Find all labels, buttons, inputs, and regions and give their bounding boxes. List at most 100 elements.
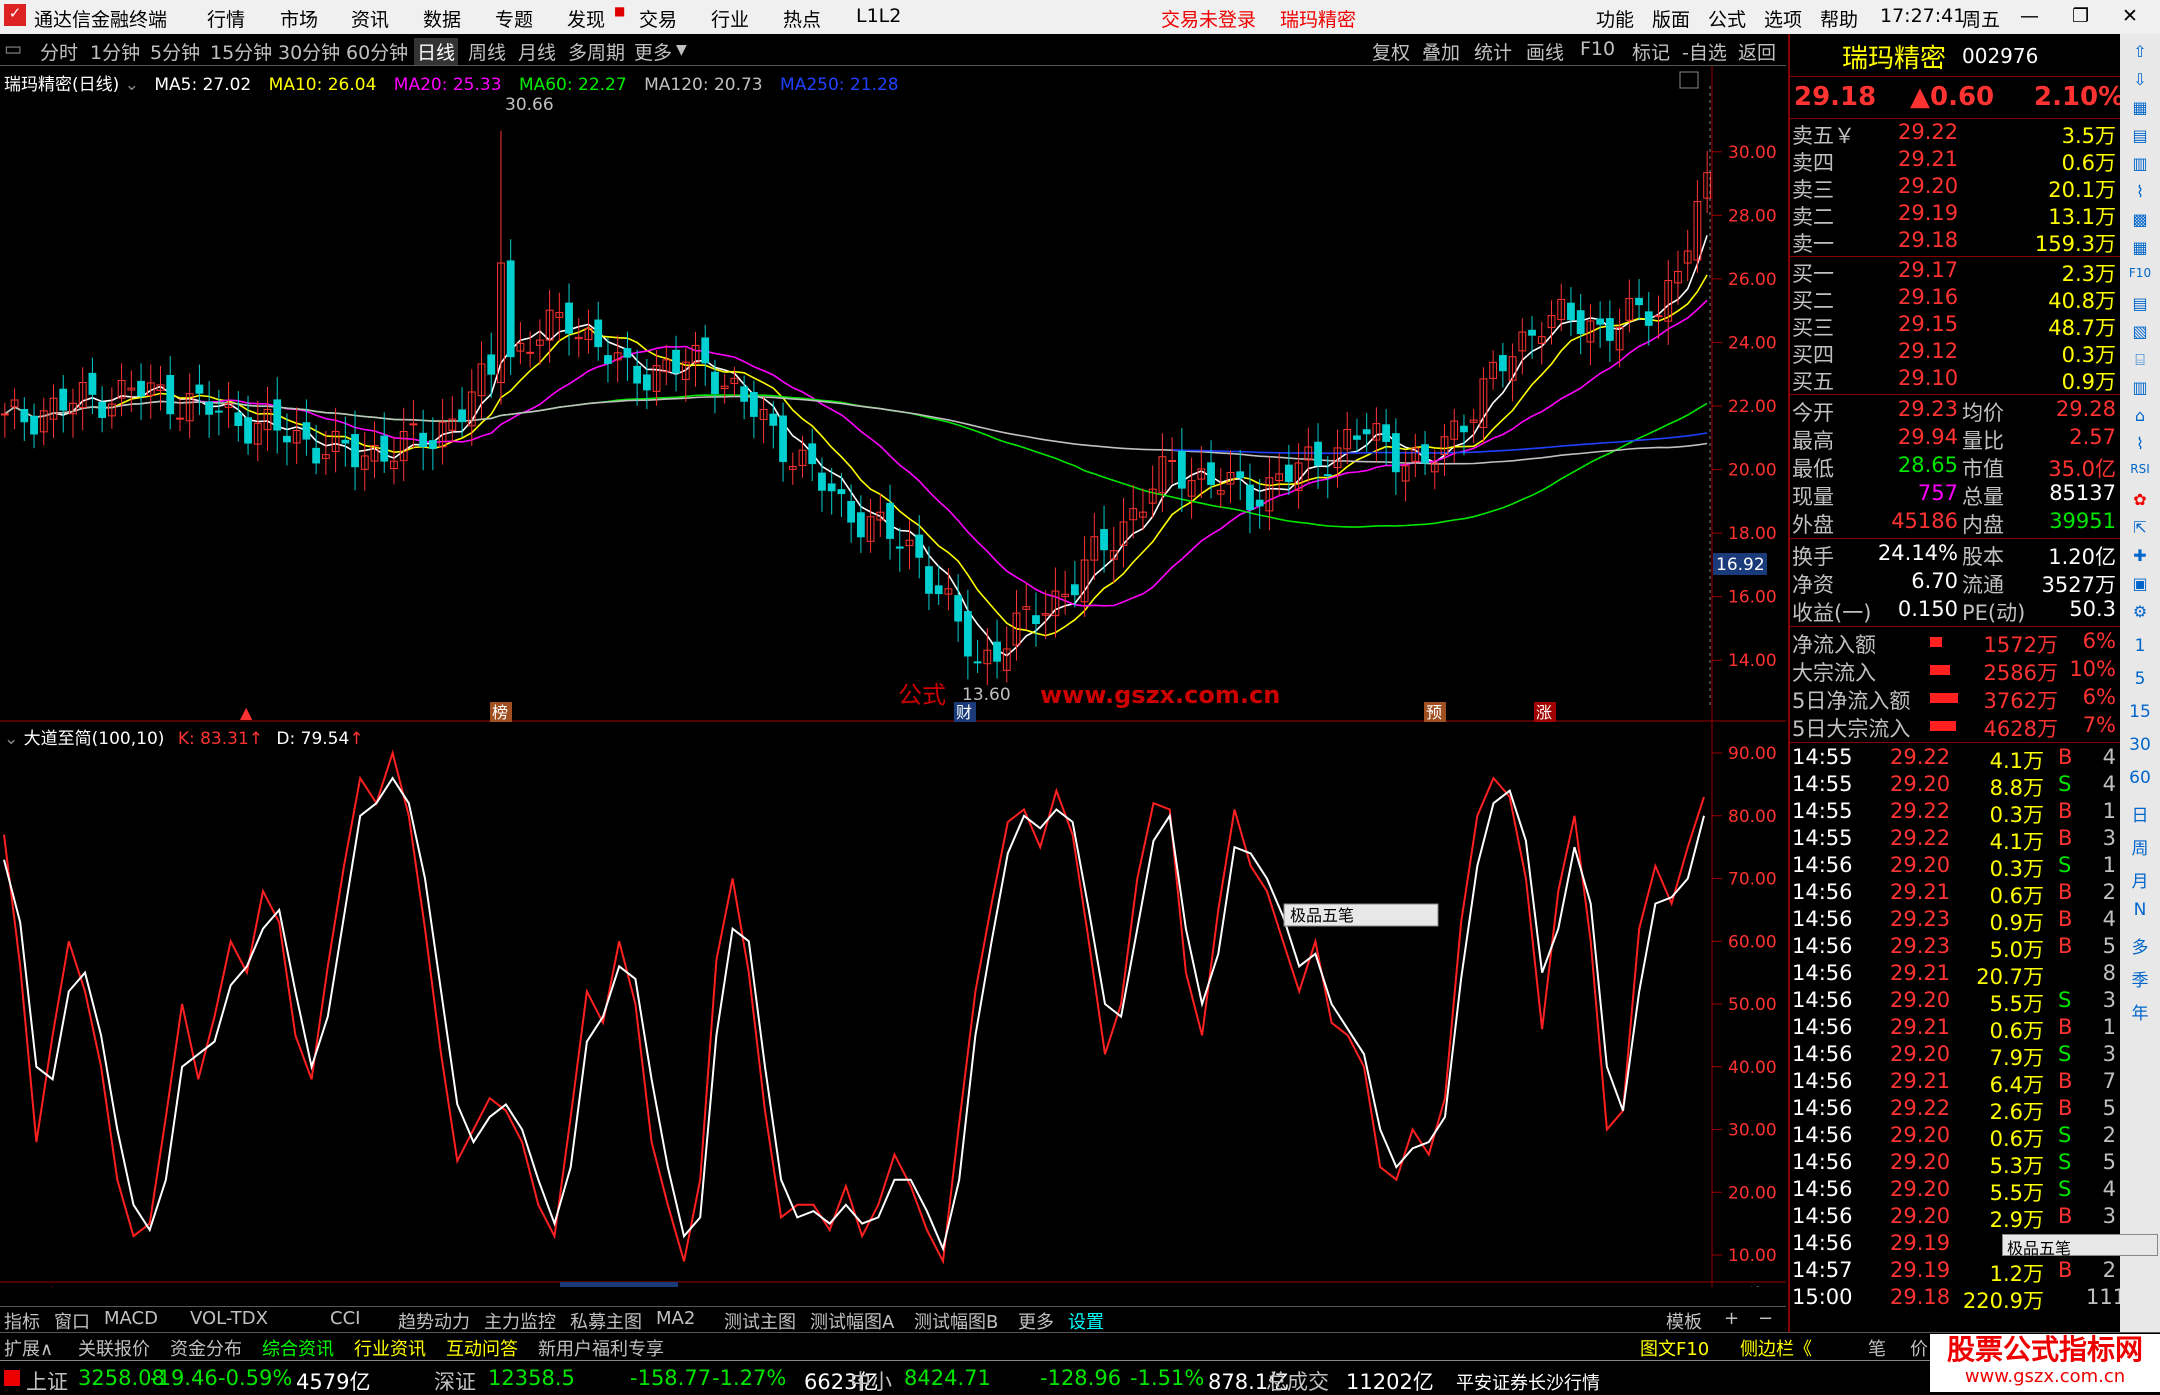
bid-price[interactable]: 29.16 [1898,285,1958,311]
bid-price[interactable]: 29.15 [1898,312,1958,338]
panel-toggle-icon[interactable]: ▭ [4,38,22,60]
menu-hot[interactable]: 热点 [783,5,821,32]
rsi-icon[interactable]: RSI [2125,462,2155,488]
indicator-tab[interactable]: 测试主图 [724,1308,796,1334]
tool-icon[interactable]: ▤ [2125,294,2155,320]
period-weekly[interactable]: 周线 [468,38,506,65]
tool-icon[interactable]: ⌂ [2125,406,2155,432]
tool-icon[interactable]: ⌇ [2125,182,2155,208]
tool-icon[interactable]: ▧ [2125,322,2155,348]
indicator-tab[interactable]: 设置 [1068,1308,1104,1334]
tool-icon[interactable]: ▦ [2125,98,2155,124]
indicator-tab[interactable]: 私募主图 [570,1308,642,1334]
tool-adjust[interactable]: 复权 [1372,38,1410,65]
period-daily[interactable]: 日线 [414,38,459,65]
menu-hq[interactable]: 行情 [207,5,245,32]
tool-icon[interactable]: ⇧ [2125,42,2155,68]
period-30min[interactable]: 30分钟 [278,38,340,65]
ext-tab[interactable]: 扩展∧ [4,1335,53,1361]
ask-price[interactable]: 29.21 [1898,147,1958,173]
period-shortcut[interactable]: N [2125,900,2155,926]
indicator-tab[interactable]: 测试幅图B [914,1308,998,1334]
bid-price[interactable]: 29.10 [1898,366,1958,392]
ext-right-tab[interactable]: 侧边栏《 [1740,1335,1812,1361]
indicator-tab[interactable]: MACD [104,1308,158,1329]
tool-draw[interactable]: 画线 [1526,38,1564,65]
indicator-tab[interactable]: 窗口 [54,1308,90,1334]
tool-overlay[interactable]: 叠加 [1422,38,1460,65]
index-label[interactable]: 深证 [434,1366,476,1395]
period-60min[interactable]: 60分钟 [346,38,408,65]
period-multi[interactable]: 多周期 [568,38,625,65]
period-15min[interactable]: 15分钟 [210,38,272,65]
indicator-tab[interactable]: 测试幅图A [810,1308,894,1334]
tool-icon[interactable]: ⇩ [2125,70,2155,96]
menu-industry[interactable]: 行业 [711,5,749,32]
tool-icon[interactable]: ⌇ [2125,434,2155,460]
bid-price[interactable]: 29.12 [1898,339,1958,365]
menu-market[interactable]: 市场 [280,5,318,32]
tool-back[interactable]: 返回 [1738,38,1776,65]
remove-icon[interactable]: − [1758,1308,1773,1329]
period-shortcut[interactable]: 30 [2125,735,2155,761]
menu-layout[interactable]: 版面 [1652,5,1690,32]
template-button[interactable]: 模板 [1666,1308,1702,1334]
menu-news[interactable]: 资讯 [351,5,389,32]
ext-tab[interactable]: 关联报价 [78,1335,150,1361]
ext-tab[interactable]: 综合资讯 [262,1335,334,1361]
period-shortcut[interactable]: 多 [2125,933,2155,959]
period-5min[interactable]: 5分钟 [150,38,200,65]
indicator-tab[interactable]: MA2 [656,1308,695,1329]
ime-popup-2[interactable]: 极品五笔 [2002,1234,2158,1258]
chart-settings-icon[interactable] [1679,71,1699,89]
period-shortcut[interactable]: 年 [2125,999,2155,1025]
menu-data[interactable]: 数据 [423,5,461,32]
ask-price[interactable]: 29.20 [1898,174,1958,200]
indicator-chart[interactable]: 90.00 80.00 70.00 60.00 50.00 40.00 30.00 20.00… [0,722,1786,1287]
ask-price[interactable]: 29.18 [1898,228,1958,254]
menu-function[interactable]: 功能 [1596,5,1634,32]
indicator-tab[interactable]: 主力监控 [484,1308,556,1334]
tool-icon[interactable]: ⇱ [2125,518,2155,544]
tool-f10[interactable]: F10 [1580,38,1615,60]
menu-formula[interactable]: 公式 [1708,5,1746,32]
tool-icon[interactable]: ▤ [2125,126,2155,152]
indicator-tab[interactable]: VOL-TDX [190,1308,268,1329]
menu-trade[interactable]: 交易 [639,5,677,32]
period-shortcut[interactable]: 日 [2125,801,2155,827]
period-fenshi[interactable]: 分时 [40,38,78,65]
tool-icon[interactable]: ▣ [2125,574,2155,600]
menu-options[interactable]: 选项 [1764,5,1802,32]
ext-right-tab[interactable]: 图文F10 [1640,1335,1709,1361]
index-label[interactable]: 上证 [26,1366,68,1395]
ext-tab[interactable]: 新用户福利专享 [538,1335,664,1361]
menu-l1l2[interactable]: L1L2 [856,5,901,27]
ext-tab[interactable]: 行业资讯 [354,1335,426,1361]
ext-tab[interactable]: 互动问答 [446,1335,518,1361]
tool-watchlist[interactable]: -自选 [1682,38,1727,65]
tool-icon[interactable]: ⌸ [2125,350,2155,376]
period-shortcut[interactable]: 周 [2125,834,2155,860]
tool-mark[interactable]: 标记 [1632,38,1670,65]
ask-price[interactable]: 29.22 [1898,120,1958,146]
period-shortcut[interactable]: 15 [2125,702,2155,728]
tool-icon[interactable]: ✿ [2125,490,2155,516]
menu-help[interactable]: 帮助 [1820,5,1858,32]
tool-icon[interactable]: ✚ [2125,546,2155,572]
indicator-tab[interactable]: 趋势动力 [398,1308,470,1334]
trade-status[interactable]: 交易未登录 [1161,5,1256,32]
minimize-icon[interactable]: — [2020,5,2039,27]
bid-price[interactable]: 29.17 [1898,258,1958,284]
period-1min[interactable]: 1分钟 [90,38,140,65]
tool-stats[interactable]: 统计 [1474,38,1512,65]
period-shortcut[interactable]: 1 [2125,636,2155,662]
index-label[interactable]: 中小 [850,1366,892,1395]
candlestick-chart[interactable]: 30.00 28.00 26.00 24.00 22.00 20.00 18.00 16.00… [0,66,1786,722]
indicator-tab[interactable]: 指标 [4,1308,40,1334]
tool-icon[interactable]: ▥ [2125,378,2155,404]
close-icon[interactable]: ✕ [2122,5,2138,27]
chevron-down-icon[interactable]: ▼ [676,42,687,58]
indicator-tab[interactable]: 更多 [1018,1308,1054,1334]
tool-icon[interactable]: ▥ [2125,154,2155,180]
tool-icon[interactable]: ⚙ [2125,602,2155,628]
